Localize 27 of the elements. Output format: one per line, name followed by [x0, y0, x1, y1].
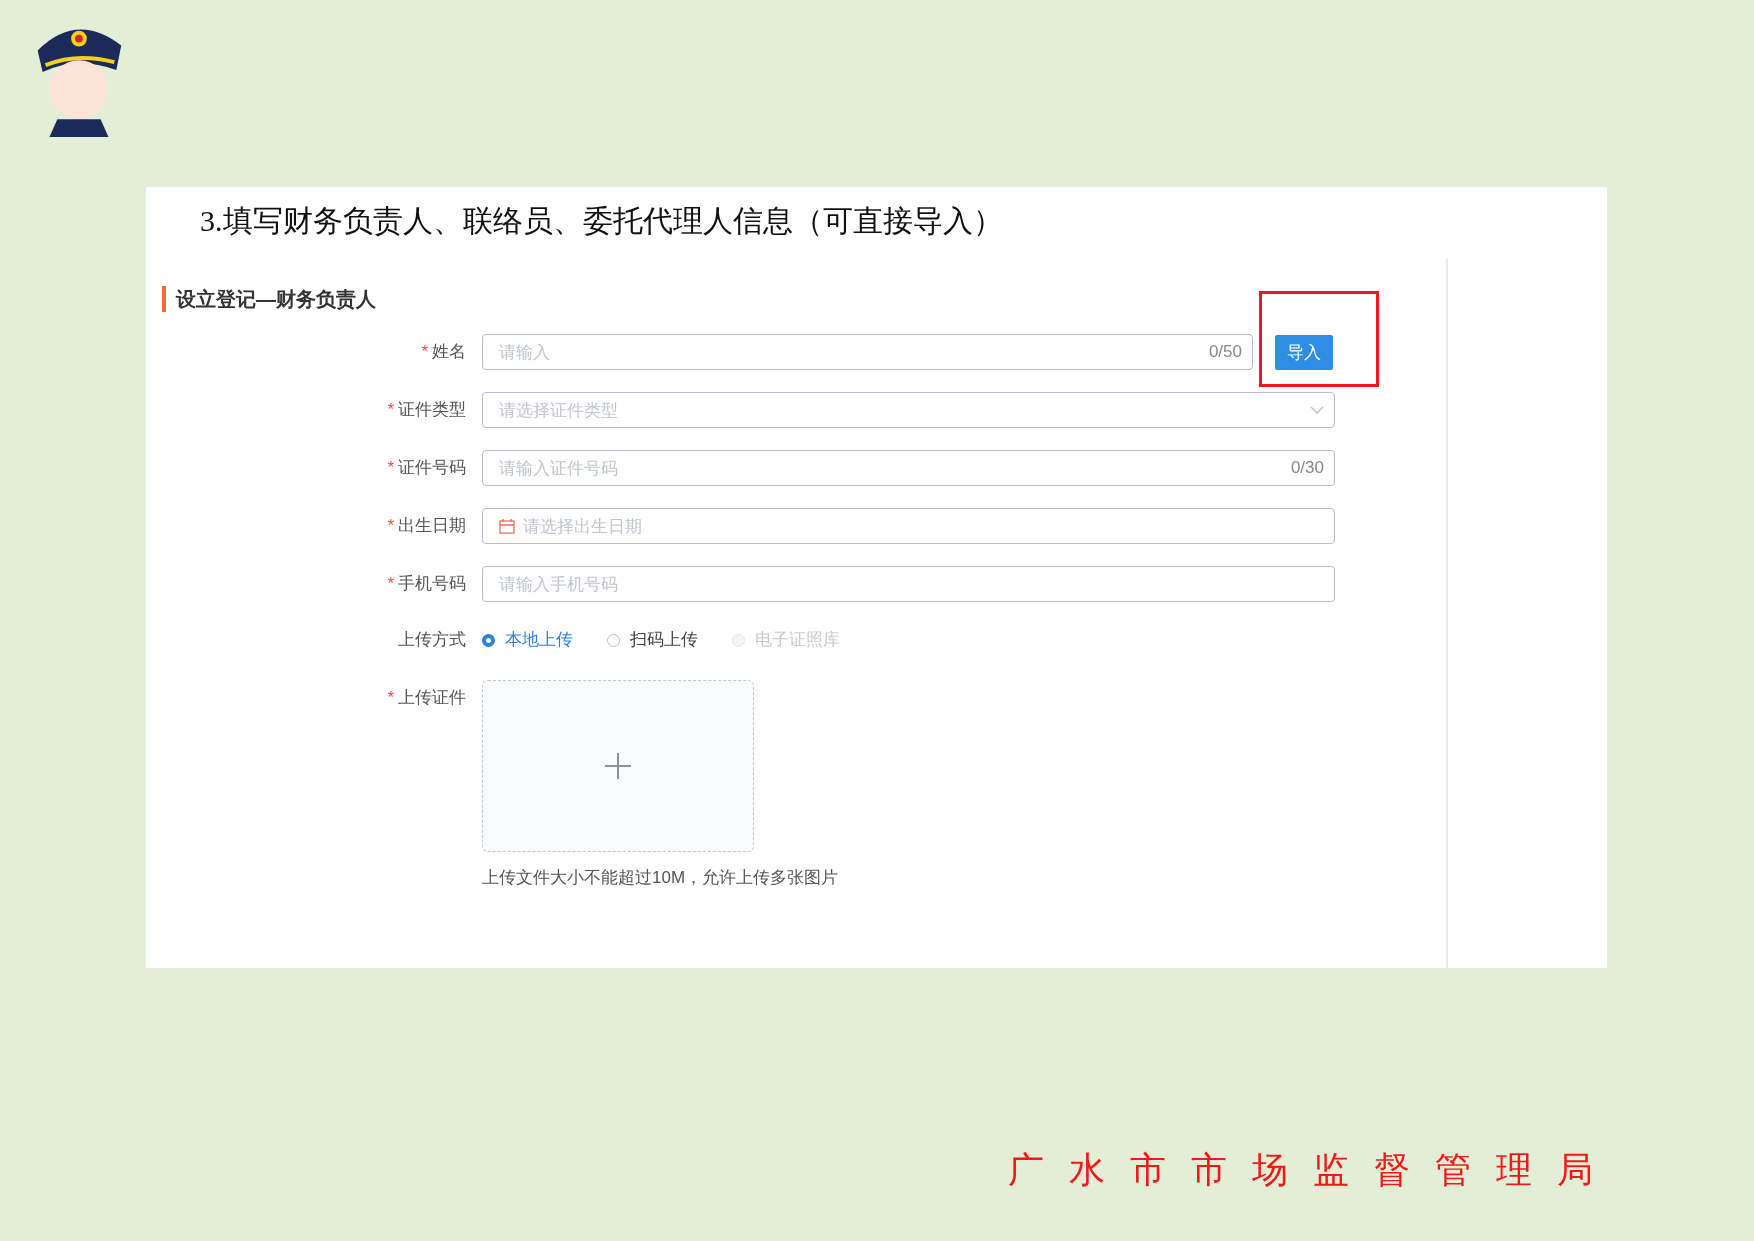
text-field[interactable]: 请输入证件号码 0/30 [482, 450, 1335, 486]
required-mark: * [387, 574, 394, 593]
upload-hint: 上传文件大小不能超过10M，允许上传多张图片 [482, 867, 839, 889]
required-mark: * [387, 688, 394, 707]
radio-option[interactable]: 扫码上传 [607, 622, 698, 658]
required-mark: * [387, 400, 394, 419]
field-label: 上传证件 [398, 688, 466, 707]
chevron-down-icon [1310, 406, 1324, 414]
step-heading: 3.填写财务负责人、联络员、委托代理人信息（可直接导入） [200, 203, 1004, 239]
section-title: 设立登记—财务负责人 [162, 286, 1446, 312]
field-label: 出生日期 [398, 516, 466, 535]
field-label: 手机号码 [398, 574, 466, 593]
field-label: 姓名 [432, 342, 466, 361]
text-field[interactable]: 请输入 0/50 [482, 334, 1253, 370]
required-mark: * [387, 458, 394, 477]
field-label: 上传方式 [398, 630, 466, 649]
required-mark: * [421, 342, 428, 361]
radio-option: 电子证照库 [732, 622, 840, 658]
plus-icon [605, 753, 631, 779]
field-label: 证件号码 [398, 458, 466, 477]
calendar-icon [499, 518, 515, 534]
radio-option[interactable]: 本地上传 [482, 622, 573, 658]
required-mark: * [387, 516, 394, 535]
organization-name: 广水市市场监督管理局 [1008, 1149, 1618, 1192]
import-button[interactable]: 导入 [1275, 334, 1333, 370]
field-label: 证件类型 [398, 400, 466, 419]
upload-area[interactable] [482, 680, 754, 852]
